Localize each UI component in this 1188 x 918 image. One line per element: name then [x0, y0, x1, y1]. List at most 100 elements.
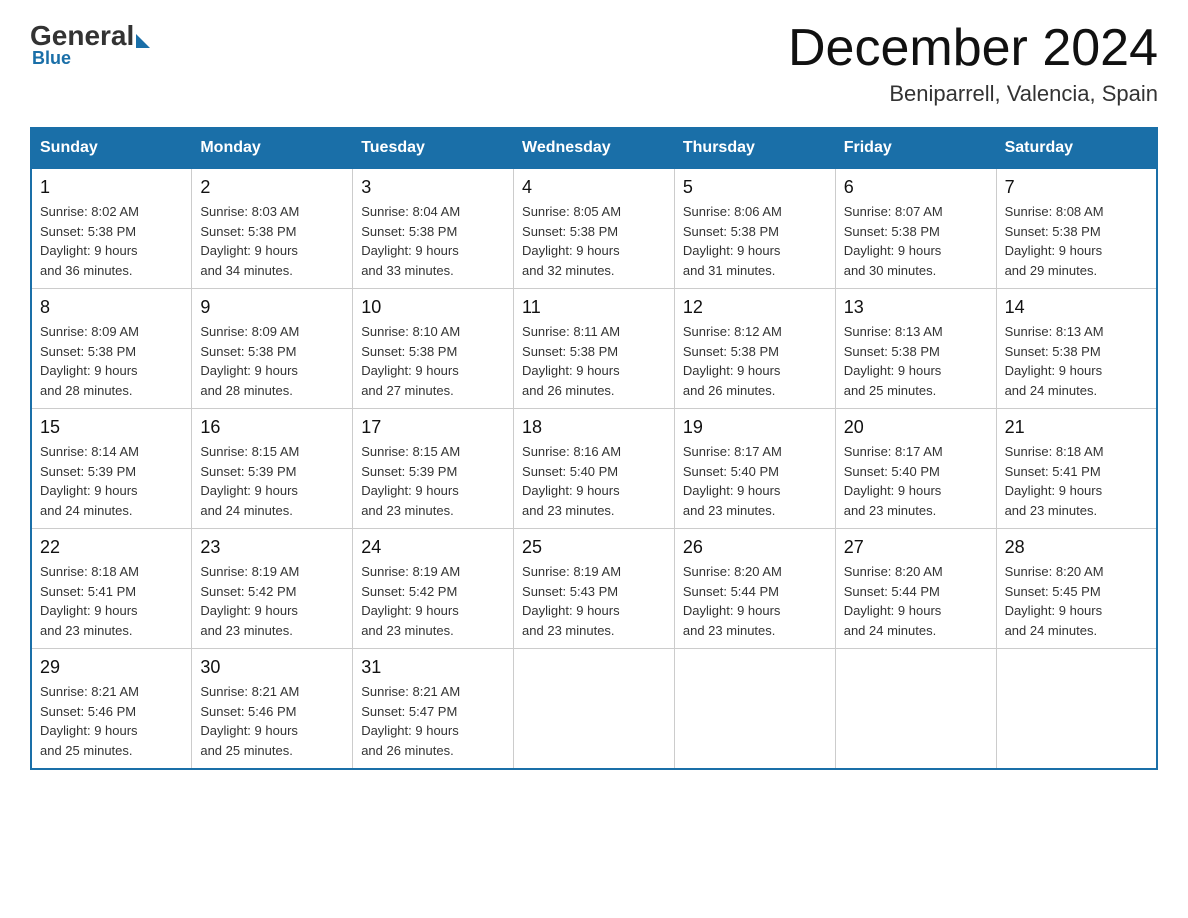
calendar-cell: 2 Sunrise: 8:03 AM Sunset: 5:38 PM Dayli…	[192, 168, 353, 289]
day-number: 10	[361, 297, 505, 318]
day-info: Sunrise: 8:13 AM Sunset: 5:38 PM Dayligh…	[844, 322, 988, 400]
day-number: 15	[40, 417, 183, 438]
day-number: 9	[200, 297, 344, 318]
day-number: 27	[844, 537, 988, 558]
calendar-cell	[514, 649, 675, 770]
header-sunday: Sunday	[31, 128, 192, 168]
calendar-cell: 26 Sunrise: 8:20 AM Sunset: 5:44 PM Dayl…	[674, 529, 835, 649]
week-row-4: 22 Sunrise: 8:18 AM Sunset: 5:41 PM Dayl…	[31, 529, 1157, 649]
calendar-cell: 29 Sunrise: 8:21 AM Sunset: 5:46 PM Dayl…	[31, 649, 192, 770]
day-info: Sunrise: 8:20 AM Sunset: 5:45 PM Dayligh…	[1005, 562, 1148, 640]
calendar-cell	[674, 649, 835, 770]
day-number: 30	[200, 657, 344, 678]
calendar-cell: 1 Sunrise: 8:02 AM Sunset: 5:38 PM Dayli…	[31, 168, 192, 289]
logo: General Blue	[30, 20, 152, 69]
day-info: Sunrise: 8:21 AM Sunset: 5:47 PM Dayligh…	[361, 682, 505, 760]
day-number: 29	[40, 657, 183, 678]
day-info: Sunrise: 8:19 AM Sunset: 5:42 PM Dayligh…	[361, 562, 505, 640]
calendar-cell: 25 Sunrise: 8:19 AM Sunset: 5:43 PM Dayl…	[514, 529, 675, 649]
calendar-cell: 4 Sunrise: 8:05 AM Sunset: 5:38 PM Dayli…	[514, 168, 675, 289]
day-info: Sunrise: 8:20 AM Sunset: 5:44 PM Dayligh…	[683, 562, 827, 640]
calendar-cell: 7 Sunrise: 8:08 AM Sunset: 5:38 PM Dayli…	[996, 168, 1157, 289]
day-info: Sunrise: 8:13 AM Sunset: 5:38 PM Dayligh…	[1005, 322, 1148, 400]
day-info: Sunrise: 8:17 AM Sunset: 5:40 PM Dayligh…	[844, 442, 988, 520]
calendar-table: SundayMondayTuesdayWednesdayThursdayFrid…	[30, 127, 1158, 770]
day-number: 2	[200, 177, 344, 198]
day-number: 28	[1005, 537, 1148, 558]
calendar-cell: 8 Sunrise: 8:09 AM Sunset: 5:38 PM Dayli…	[31, 289, 192, 409]
day-number: 17	[361, 417, 505, 438]
day-info: Sunrise: 8:04 AM Sunset: 5:38 PM Dayligh…	[361, 202, 505, 280]
day-info: Sunrise: 8:19 AM Sunset: 5:43 PM Dayligh…	[522, 562, 666, 640]
day-number: 24	[361, 537, 505, 558]
calendar-cell: 23 Sunrise: 8:19 AM Sunset: 5:42 PM Dayl…	[192, 529, 353, 649]
title-section: December 2024 Beniparrell, Valencia, Spa…	[788, 20, 1158, 107]
day-info: Sunrise: 8:07 AM Sunset: 5:38 PM Dayligh…	[844, 202, 988, 280]
day-info: Sunrise: 8:15 AM Sunset: 5:39 PM Dayligh…	[200, 442, 344, 520]
calendar-subtitle: Beniparrell, Valencia, Spain	[788, 81, 1158, 107]
week-row-2: 8 Sunrise: 8:09 AM Sunset: 5:38 PM Dayli…	[31, 289, 1157, 409]
day-info: Sunrise: 8:21 AM Sunset: 5:46 PM Dayligh…	[200, 682, 344, 760]
day-number: 8	[40, 297, 183, 318]
day-number: 7	[1005, 177, 1148, 198]
day-info: Sunrise: 8:10 AM Sunset: 5:38 PM Dayligh…	[361, 322, 505, 400]
calendar-cell: 20 Sunrise: 8:17 AM Sunset: 5:40 PM Dayl…	[835, 409, 996, 529]
day-number: 25	[522, 537, 666, 558]
calendar-cell: 10 Sunrise: 8:10 AM Sunset: 5:38 PM Dayl…	[353, 289, 514, 409]
calendar-title: December 2024	[788, 20, 1158, 77]
calendar-cell: 9 Sunrise: 8:09 AM Sunset: 5:38 PM Dayli…	[192, 289, 353, 409]
logo-arrow-icon	[136, 34, 150, 48]
day-info: Sunrise: 8:05 AM Sunset: 5:38 PM Dayligh…	[522, 202, 666, 280]
day-number: 6	[844, 177, 988, 198]
day-info: Sunrise: 8:03 AM Sunset: 5:38 PM Dayligh…	[200, 202, 344, 280]
calendar-cell: 30 Sunrise: 8:21 AM Sunset: 5:46 PM Dayl…	[192, 649, 353, 770]
day-info: Sunrise: 8:09 AM Sunset: 5:38 PM Dayligh…	[200, 322, 344, 400]
day-number: 11	[522, 297, 666, 318]
day-info: Sunrise: 8:21 AM Sunset: 5:46 PM Dayligh…	[40, 682, 183, 760]
calendar-cell: 14 Sunrise: 8:13 AM Sunset: 5:38 PM Dayl…	[996, 289, 1157, 409]
calendar-cell: 19 Sunrise: 8:17 AM Sunset: 5:40 PM Dayl…	[674, 409, 835, 529]
calendar-cell	[996, 649, 1157, 770]
day-number: 31	[361, 657, 505, 678]
day-info: Sunrise: 8:17 AM Sunset: 5:40 PM Dayligh…	[683, 442, 827, 520]
header-monday: Monday	[192, 128, 353, 168]
calendar-cell: 24 Sunrise: 8:19 AM Sunset: 5:42 PM Dayl…	[353, 529, 514, 649]
day-number: 4	[522, 177, 666, 198]
calendar-header-row: SundayMondayTuesdayWednesdayThursdayFrid…	[31, 128, 1157, 168]
logo-blue-text: Blue	[32, 48, 71, 69]
day-number: 18	[522, 417, 666, 438]
day-number: 26	[683, 537, 827, 558]
day-number: 3	[361, 177, 505, 198]
calendar-cell: 12 Sunrise: 8:12 AM Sunset: 5:38 PM Dayl…	[674, 289, 835, 409]
day-number: 23	[200, 537, 344, 558]
header-tuesday: Tuesday	[353, 128, 514, 168]
day-number: 14	[1005, 297, 1148, 318]
day-number: 13	[844, 297, 988, 318]
day-info: Sunrise: 8:20 AM Sunset: 5:44 PM Dayligh…	[844, 562, 988, 640]
day-number: 12	[683, 297, 827, 318]
calendar-cell: 21 Sunrise: 8:18 AM Sunset: 5:41 PM Dayl…	[996, 409, 1157, 529]
day-info: Sunrise: 8:14 AM Sunset: 5:39 PM Dayligh…	[40, 442, 183, 520]
header-friday: Friday	[835, 128, 996, 168]
calendar-cell: 17 Sunrise: 8:15 AM Sunset: 5:39 PM Dayl…	[353, 409, 514, 529]
calendar-cell: 15 Sunrise: 8:14 AM Sunset: 5:39 PM Dayl…	[31, 409, 192, 529]
week-row-1: 1 Sunrise: 8:02 AM Sunset: 5:38 PM Dayli…	[31, 168, 1157, 289]
week-row-5: 29 Sunrise: 8:21 AM Sunset: 5:46 PM Dayl…	[31, 649, 1157, 770]
day-info: Sunrise: 8:02 AM Sunset: 5:38 PM Dayligh…	[40, 202, 183, 280]
day-number: 16	[200, 417, 344, 438]
week-row-3: 15 Sunrise: 8:14 AM Sunset: 5:39 PM Dayl…	[31, 409, 1157, 529]
day-number: 19	[683, 417, 827, 438]
day-info: Sunrise: 8:08 AM Sunset: 5:38 PM Dayligh…	[1005, 202, 1148, 280]
calendar-cell: 16 Sunrise: 8:15 AM Sunset: 5:39 PM Dayl…	[192, 409, 353, 529]
calendar-cell: 31 Sunrise: 8:21 AM Sunset: 5:47 PM Dayl…	[353, 649, 514, 770]
header-wednesday: Wednesday	[514, 128, 675, 168]
calendar-cell: 3 Sunrise: 8:04 AM Sunset: 5:38 PM Dayli…	[353, 168, 514, 289]
header-thursday: Thursday	[674, 128, 835, 168]
day-info: Sunrise: 8:19 AM Sunset: 5:42 PM Dayligh…	[200, 562, 344, 640]
calendar-cell: 18 Sunrise: 8:16 AM Sunset: 5:40 PM Dayl…	[514, 409, 675, 529]
calendar-cell: 5 Sunrise: 8:06 AM Sunset: 5:38 PM Dayli…	[674, 168, 835, 289]
page-header: General Blue December 2024 Beniparrell, …	[30, 20, 1158, 107]
header-saturday: Saturday	[996, 128, 1157, 168]
day-number: 1	[40, 177, 183, 198]
day-info: Sunrise: 8:12 AM Sunset: 5:38 PM Dayligh…	[683, 322, 827, 400]
